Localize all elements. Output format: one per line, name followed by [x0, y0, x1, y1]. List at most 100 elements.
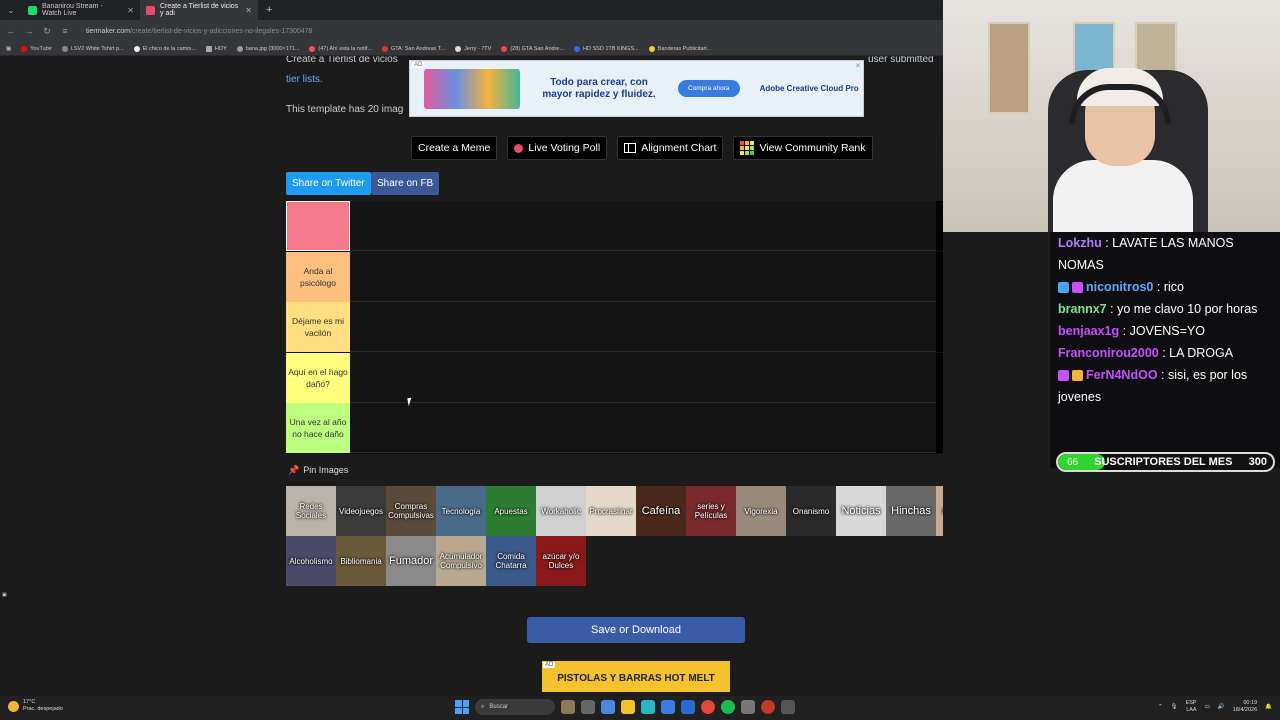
tab-tiermaker[interactable]: Create a Tierlist de vicios y adi ✕	[140, 0, 258, 20]
gear-icon[interactable]: ⚙	[941, 367, 943, 387]
alignment-chart-button[interactable]: Alignment Chart	[617, 136, 724, 160]
volume-icon[interactable]: 🔊	[1218, 704, 1225, 710]
chat-username[interactable]: benjaax1g	[1058, 324, 1119, 338]
community-rank-button[interactable]: View Community Rank	[733, 136, 873, 160]
save-download-button[interactable]: Save or Download	[527, 617, 745, 643]
tier-lists-link[interactable]: tier lists.	[286, 74, 323, 85]
pin-images-toggle[interactable]: 📌 Pin Images	[288, 465, 348, 476]
tier-row[interactable]: Anda al psicólogo ⚙⌃⌄	[286, 251, 943, 302]
language-indicator[interactable]: ESP LAA	[1186, 700, 1197, 714]
tab-bananirou-stream[interactable]: Bananirou Stream - Watch Live ✕	[22, 0, 140, 20]
tier-label[interactable]: Anda al psicólogo	[286, 251, 350, 302]
bookmark-gta2[interactable]: (28) GTA San Andre...	[501, 45, 564, 52]
gear-icon[interactable]: ⚙	[941, 417, 943, 437]
tier-image-item[interactable]: Hinchas	[886, 486, 936, 536]
tier-image-item[interactable]: Melómano	[936, 486, 943, 536]
task-view-icon[interactable]	[581, 700, 595, 714]
share-twitter-button[interactable]: Share on Twitter	[286, 172, 371, 195]
tier-image-item[interactable]: Alcoholismo	[286, 536, 336, 586]
tier-image-item[interactable]: Compras Compulsivas	[386, 486, 436, 536]
tier-label[interactable]	[286, 201, 350, 251]
tier-image-item[interactable]: Redes Sociales	[286, 486, 336, 536]
mic-icon[interactable]: 🎙	[1171, 704, 1178, 710]
tier-image-item[interactable]: Tecnología	[436, 486, 486, 536]
mail-icon[interactable]	[681, 700, 695, 714]
hot-melt-ad[interactable]: AD PISTOLAS Y BARRAS HOT MELT	[542, 661, 730, 692]
tier-label[interactable]: Una vez al año no hace daño	[286, 403, 350, 453]
bookmark-bana[interactable]: bana.jpg (3000×171...	[236, 45, 299, 52]
clock[interactable]: 00:19 18/4/2026	[1233, 700, 1257, 714]
chat-username[interactable]: Lokzhu	[1058, 236, 1102, 250]
tier-label[interactable]: Déjame es mi vacilón	[286, 302, 350, 352]
live-voting-poll-button[interactable]: Live Voting Poll	[507, 136, 608, 160]
ad-close-icon[interactable]: ✕	[855, 62, 861, 70]
bookmark-notif[interactable]: (47) Ahí esta la notif...	[309, 45, 372, 52]
tier-image-item[interactable]: Noticias	[836, 486, 886, 536]
tier-image-item[interactable]: Vigorexia	[736, 486, 786, 536]
network-icon[interactable]: ▭	[1205, 704, 1210, 710]
tier-image-item[interactable]: Apuestas	[486, 486, 536, 536]
tier-image-item[interactable]: Acumulador Compulsivo	[436, 536, 486, 586]
store-icon[interactable]	[661, 700, 675, 714]
desktop-icon[interactable]: ▣	[2, 592, 7, 598]
bookmark-hoy[interactable]: HOY	[205, 45, 227, 52]
close-tab-icon[interactable]: ✕	[245, 6, 252, 15]
apps-icon[interactable]: ▦	[6, 46, 11, 52]
tier-image-item[interactable]: Fumador	[386, 536, 436, 586]
tier-image-item[interactable]: Onanismo	[786, 486, 836, 536]
chat-username[interactable]: niconitros0	[1086, 280, 1153, 294]
bookmark-banderas[interactable]: Banderas Publicitari...	[648, 45, 711, 52]
bookmark-chico[interactable]: El chico de la camis...	[133, 45, 196, 52]
weather-widget[interactable]: 17°C Prac. despejado	[8, 699, 63, 713]
tier-row[interactable]: Una vez al año no hace daño ⚙⌃⌄	[286, 403, 943, 453]
tier-label[interactable]: Aquí en el hago daño?	[286, 352, 350, 403]
tier-image-item[interactable]: Bibliomania	[336, 536, 386, 586]
chat-username[interactable]: FerN4NdOO	[1086, 368, 1158, 382]
gear-icon[interactable]: ⚙	[941, 266, 943, 286]
tier-image-item[interactable]: Comida Chatarra	[486, 536, 536, 586]
tier-image-item[interactable]: Workaholic	[536, 486, 586, 536]
app-icon[interactable]	[741, 700, 755, 714]
adobe-ad-banner[interactable]: AD ✕ Todo para crear, con mayor rapidez …	[409, 60, 864, 117]
tier-image-item[interactable]: Cafeína	[636, 486, 686, 536]
back-icon[interactable]: ←	[6, 26, 16, 36]
gear-icon[interactable]: ⚙	[941, 316, 943, 336]
create-meme-button[interactable]: Create a Meme	[411, 136, 498, 160]
tier-image-item[interactable]: Videojuegos	[336, 486, 386, 536]
chat-username[interactable]: Franconirou2000	[1058, 346, 1159, 360]
reload-icon[interactable]: ↻	[42, 26, 52, 37]
tier-row[interactable]: Déjame es mi vacilón ⚙⌃⌄	[286, 302, 943, 352]
close-tab-icon[interactable]: ✕	[127, 6, 134, 15]
bookmark-gta[interactable]: GTA: San Andreas T...	[381, 45, 445, 52]
taskbar-search[interactable]: ⌕ Buscar	[475, 699, 555, 715]
chrome-profile-icon[interactable]	[761, 700, 775, 714]
forward-icon[interactable]: →	[24, 26, 34, 36]
tab-search-icon[interactable]: ⌄	[0, 6, 22, 15]
notification-icon[interactable]: 🔔	[1265, 704, 1272, 710]
edge-icon[interactable]	[641, 700, 655, 714]
new-tab-icon[interactable]: +	[258, 4, 272, 16]
file-explorer-icon[interactable]	[621, 700, 635, 714]
tier-image-item[interactable]: series y Películas	[686, 486, 736, 536]
site-icon	[309, 45, 316, 52]
copilot-icon[interactable]	[601, 700, 615, 714]
spotify-icon[interactable]	[721, 700, 735, 714]
chat-username[interactable]: brannx7	[1058, 302, 1107, 316]
app-icon[interactable]	[781, 700, 795, 714]
ad-buy-button[interactable]: Compra ahora	[678, 80, 740, 97]
url-field[interactable]: tiermaker.com/create/tierlist-de-vicios-…	[86, 28, 312, 35]
tray-chevron-icon[interactable]: ⌃	[1158, 704, 1163, 710]
site-info-icon[interactable]: ≡	[60, 26, 70, 36]
widget-icon[interactable]	[561, 700, 575, 714]
bookmark-ssd[interactable]: HD SSD 1TB KINGS...	[574, 45, 639, 52]
tier-image-item[interactable]: Procrastinar	[586, 486, 636, 536]
windows-start-icon[interactable]	[455, 700, 469, 714]
chrome-icon[interactable]	[701, 700, 715, 714]
tier-row[interactable]: Aquí en el hago daño? ⚙⌃⌄	[286, 352, 943, 403]
bookmark-lsv2[interactable]: LSV2 White Tshirt p...	[61, 45, 124, 52]
tier-row[interactable]: ⌃⌄	[286, 201, 943, 251]
bookmark-youtube[interactable]: YouTube	[21, 45, 52, 52]
bookmark-jerry[interactable]: Jerry - 7TV	[455, 45, 491, 52]
share-fb-button[interactable]: Share on FB	[371, 172, 440, 195]
tier-image-item[interactable]: azúcar y/o Dulces	[536, 536, 586, 586]
